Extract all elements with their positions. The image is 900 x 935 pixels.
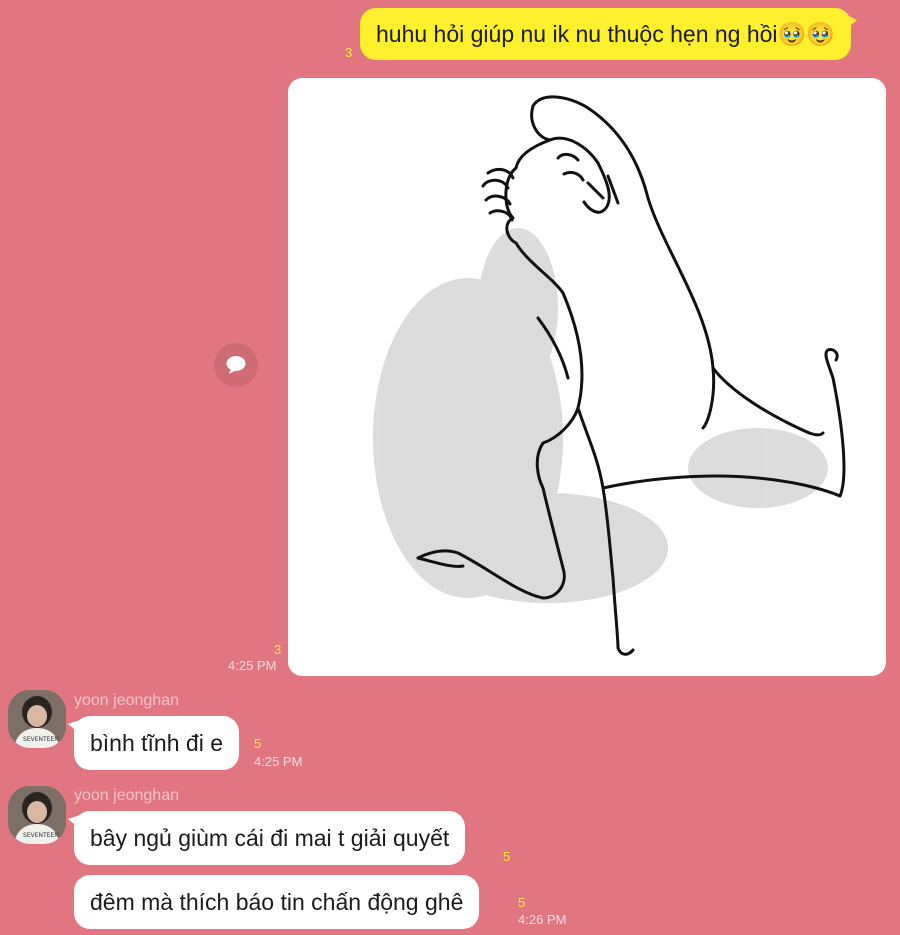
incoming-message-bubble[interactable]: đêm mà thích báo tin chấn động ghê	[74, 875, 480, 929]
avatar[interactable]: SEVENTEEN	[8, 786, 66, 844]
share-button[interactable]	[214, 343, 258, 387]
sender-name: yoon jeonghan	[74, 787, 179, 804]
incoming-message-bubble[interactable]: bình tĩnh đi e	[68, 716, 239, 770]
message-text: bình tĩnh đi e	[90, 730, 223, 756]
message-time: 4:26 PM	[518, 912, 567, 927]
message-text: bây ngủ giùm cái đi mai t giải quyết	[90, 825, 450, 851]
message-text: huhu hỏi giúp nu ik nu thuộc hẹn ng hồi🥹…	[376, 21, 835, 47]
sketch-drawing	[373, 95, 846, 656]
unread-count: 5	[254, 736, 262, 751]
sender-name: yoon jeonghan	[74, 692, 179, 709]
unread-count: 5	[503, 849, 511, 864]
avatar[interactable]: SEVENTEEN	[8, 690, 66, 748]
unread-count: 5	[518, 895, 526, 910]
message-time: 4:25 PM	[228, 658, 277, 673]
shared-image[interactable]	[288, 78, 886, 676]
incoming-message-bubble[interactable]: bây ngủ giùm cái đi mai t giải quyết	[67, 811, 466, 865]
speech-bubble-icon	[226, 356, 246, 374]
outgoing-message-bubble[interactable]: huhu hỏi giúp nu ik nu thuộc hẹn ng hồi🥹…	[360, 8, 857, 60]
avatar-shirt-text: SEVENTEEN	[23, 736, 59, 743]
unread-count: 3	[345, 45, 353, 60]
unread-count: 3	[274, 642, 282, 657]
message-text: đêm mà thích báo tin chấn động ghê	[90, 889, 464, 915]
message-time: 4:25 PM	[254, 754, 303, 769]
avatar-shirt-text: SEVENTEEN	[23, 832, 59, 839]
